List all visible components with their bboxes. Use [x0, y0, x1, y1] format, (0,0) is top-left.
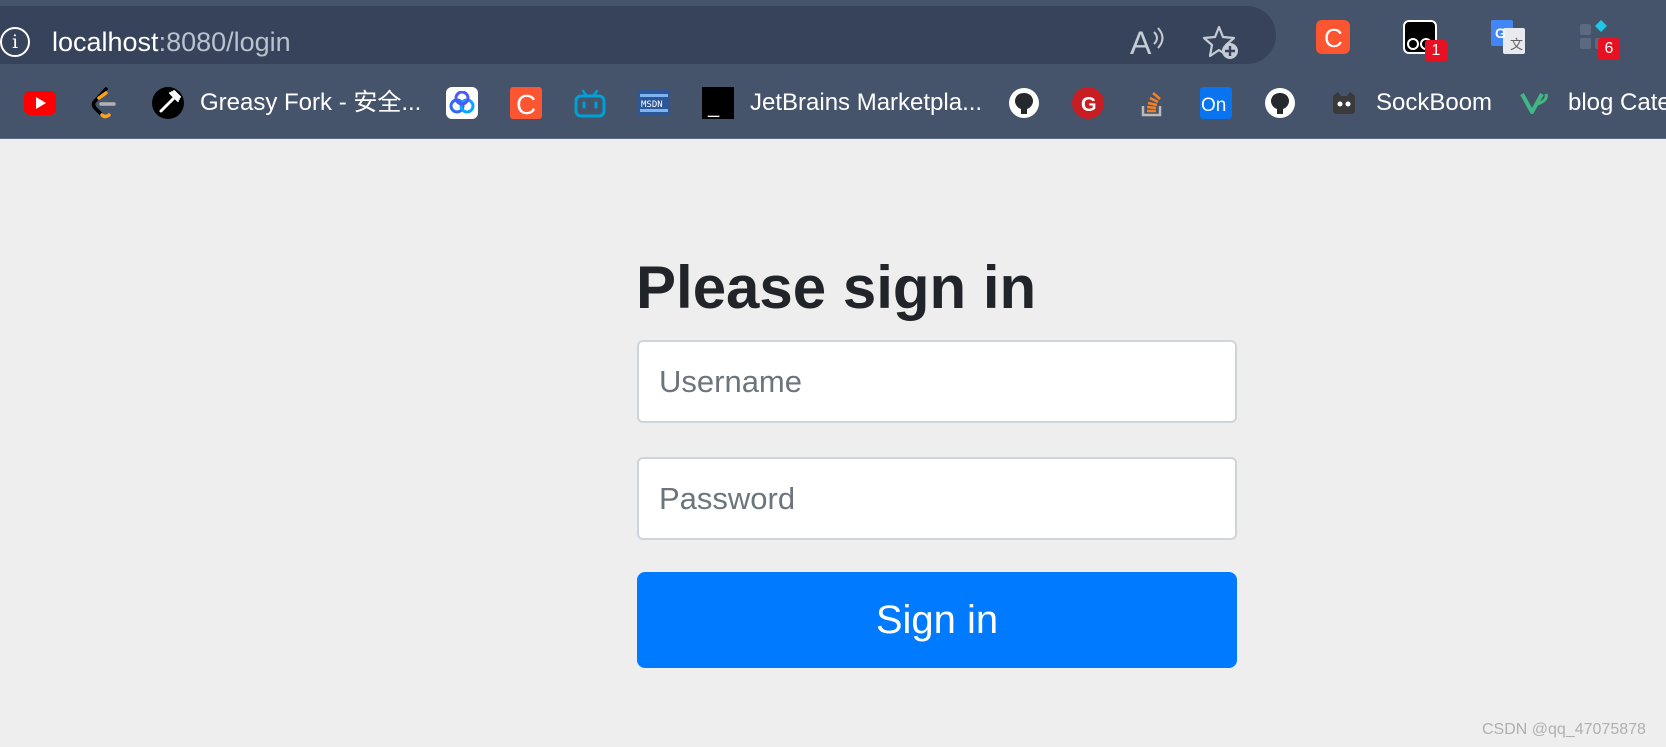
page-title: Please sign in — [636, 254, 1037, 321]
bookmark-msdn[interactable]: MSDN — [638, 86, 670, 120]
bookmark-bilibili[interactable] — [574, 86, 606, 120]
bookmark-github-2[interactable] — [1264, 86, 1296, 120]
bookmark-baidu-netdisk[interactable] — [446, 86, 478, 120]
bookmark-vue-blog[interactable]: blog Cate — [1520, 86, 1666, 120]
csdn-extension-icon[interactable]: C — [1316, 20, 1350, 54]
jetbrains-icon: _ — [702, 87, 734, 119]
leetcode-icon — [88, 87, 120, 119]
csdn-letter: C — [516, 89, 536, 119]
on-icon: On — [1200, 87, 1232, 119]
browser-chrome: i localhost:8080/login A C 1 G 文 6 Greas… — [0, 0, 1666, 139]
youtube-icon — [24, 87, 56, 119]
extensions-badge: 6 — [1598, 38, 1620, 60]
bookmark-label: Greasy Fork - 安全... — [200, 89, 422, 116]
sockboom-icon — [1328, 87, 1360, 119]
add-favorite-icon[interactable] — [1202, 24, 1240, 60]
bookmark-label: blog Cate — [1568, 89, 1666, 116]
terminal-text: _ — [707, 96, 720, 118]
bookmark-label: JetBrains Marketpla... — [750, 89, 983, 116]
greasy-fork-icon — [152, 87, 184, 119]
bookmark-on[interactable]: On — [1200, 86, 1232, 120]
svg-text:文: 文 — [1510, 38, 1523, 53]
bilibili-icon — [574, 87, 606, 119]
sign-in-button[interactable]: Sign in — [637, 572, 1237, 668]
watermark: CSDN @qq_47075878 — [1482, 721, 1646, 738]
tampermonkey-badge: 1 — [1425, 40, 1447, 62]
vue-icon — [1520, 87, 1552, 119]
url-path: :8080/login — [158, 27, 291, 57]
username-input[interactable] — [637, 340, 1237, 423]
url-text[interactable]: localhost:8080/login — [52, 23, 291, 61]
google-translate-extension-icon[interactable]: G 文 — [1491, 20, 1525, 54]
on-text: On — [1201, 95, 1226, 116]
address-bar[interactable]: i localhost:8080/login A — [0, 6, 1276, 64]
svg-text:G: G — [1495, 25, 1506, 41]
gitee-letter: G — [1081, 94, 1097, 116]
bookmark-leetcode[interactable] — [88, 86, 120, 120]
bookmark-gitee[interactable]: G — [1072, 86, 1104, 120]
read-aloud-icon[interactable]: A — [1130, 24, 1168, 61]
bookmark-youtube[interactable] — [24, 86, 56, 120]
csdn-icon: C — [510, 87, 542, 119]
gitee-icon: G — [1072, 87, 1104, 119]
bookmark-jetbrains-marketplace[interactable]: _ JetBrains Marketpla... — [702, 86, 982, 120]
bookmark-csdn[interactable]: C — [510, 86, 542, 120]
bookmark-greasy-fork[interactable]: Greasy Fork - 安全... — [152, 86, 421, 120]
baidu-netdisk-icon — [446, 87, 478, 119]
bookmark-sockboom[interactable]: SockBoom — [1328, 86, 1492, 120]
csdn-extension-letter: C — [1324, 23, 1343, 53]
msdn-text: MSDN — [641, 100, 663, 110]
info-icon[interactable]: i — [0, 27, 30, 57]
github-icon — [1264, 87, 1296, 119]
stackoverflow-icon — [1136, 87, 1168, 119]
svg-text:A: A — [1130, 25, 1152, 60]
bookmark-label: SockBoom — [1376, 89, 1493, 116]
msdn-icon: MSDN — [638, 90, 670, 116]
github-icon — [1008, 87, 1040, 119]
tampermonkey-extension-icon[interactable]: 1 — [1403, 20, 1447, 62]
password-input[interactable] — [637, 457, 1237, 540]
url-host: localhost — [52, 27, 159, 57]
bookmark-stackoverflow[interactable] — [1136, 86, 1168, 120]
bookmark-github[interactable] — [1008, 86, 1040, 120]
bookmarks-bar: Greasy Fork - 安全... C MSDN _ JetBrains M… — [0, 80, 1666, 126]
extensions-menu-icon[interactable]: 6 — [1578, 20, 1620, 60]
